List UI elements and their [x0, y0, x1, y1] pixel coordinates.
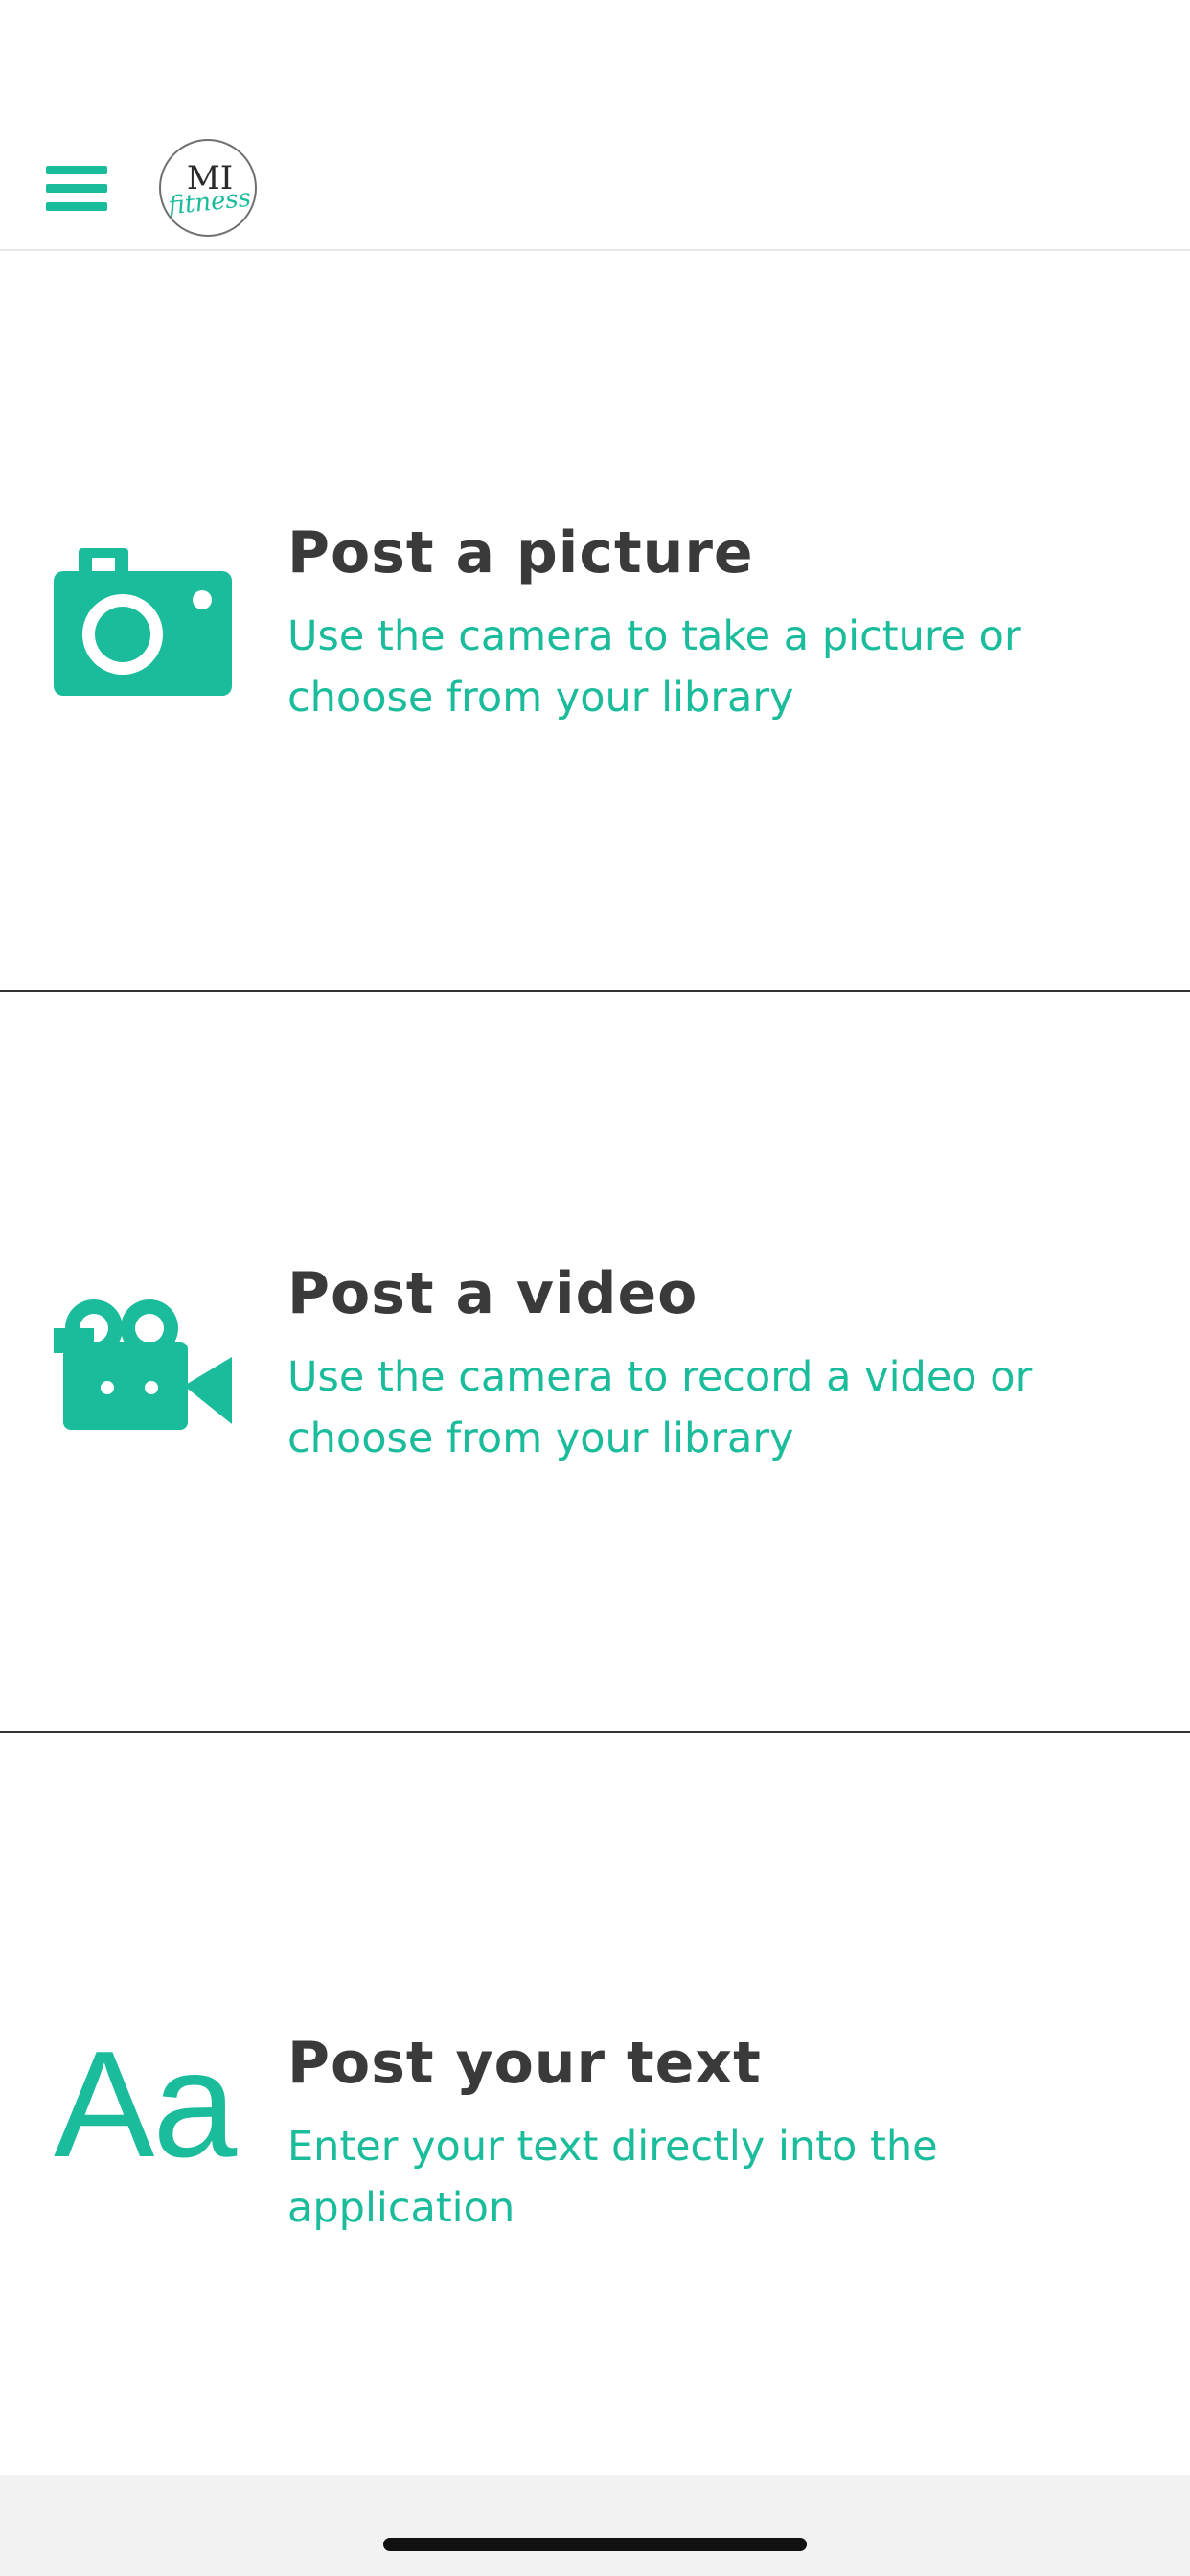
- post-picture-option[interactable]: Post a picture Use the camera to take a …: [0, 251, 1190, 992]
- menu-bar: [46, 184, 107, 193]
- option-description: Use the camera to record a video or choo…: [287, 1353, 1033, 1462]
- option-description: Enter your text directly into the applic…: [287, 2123, 938, 2232]
- menu-bar: [46, 202, 107, 211]
- post-type-screen: MI fitness Post a picture Use the camera…: [0, 0, 1190, 2576]
- option-description: Use the camera to take a picture or choo…: [287, 612, 1021, 722]
- video-camera-icon: [54, 1298, 232, 1430]
- menu-button[interactable]: [42, 161, 109, 217]
- logo-text-bottom: fitness: [165, 184, 252, 221]
- post-text-option[interactable]: Aa Post your text Enter your text direct…: [0, 1733, 1190, 2475]
- option-title: Post a picture: [287, 519, 754, 586]
- option-title: Post a video: [287, 1260, 698, 1327]
- camera-icon: [54, 548, 232, 696]
- option-title: Post your text: [287, 2030, 762, 2097]
- menu-bar: [46, 166, 107, 174]
- bottom-safe-area: [0, 2475, 1190, 2576]
- app-header: MI fitness: [0, 0, 1190, 251]
- logo-graphic: MI fitness: [165, 159, 252, 221]
- brand-logo[interactable]: MI fitness: [159, 139, 257, 237]
- text-icon: Aa: [54, 2020, 237, 2189]
- post-video-option[interactable]: Post a video Use the camera to record a …: [0, 992, 1190, 1733]
- home-indicator[interactable]: [383, 2538, 807, 2551]
